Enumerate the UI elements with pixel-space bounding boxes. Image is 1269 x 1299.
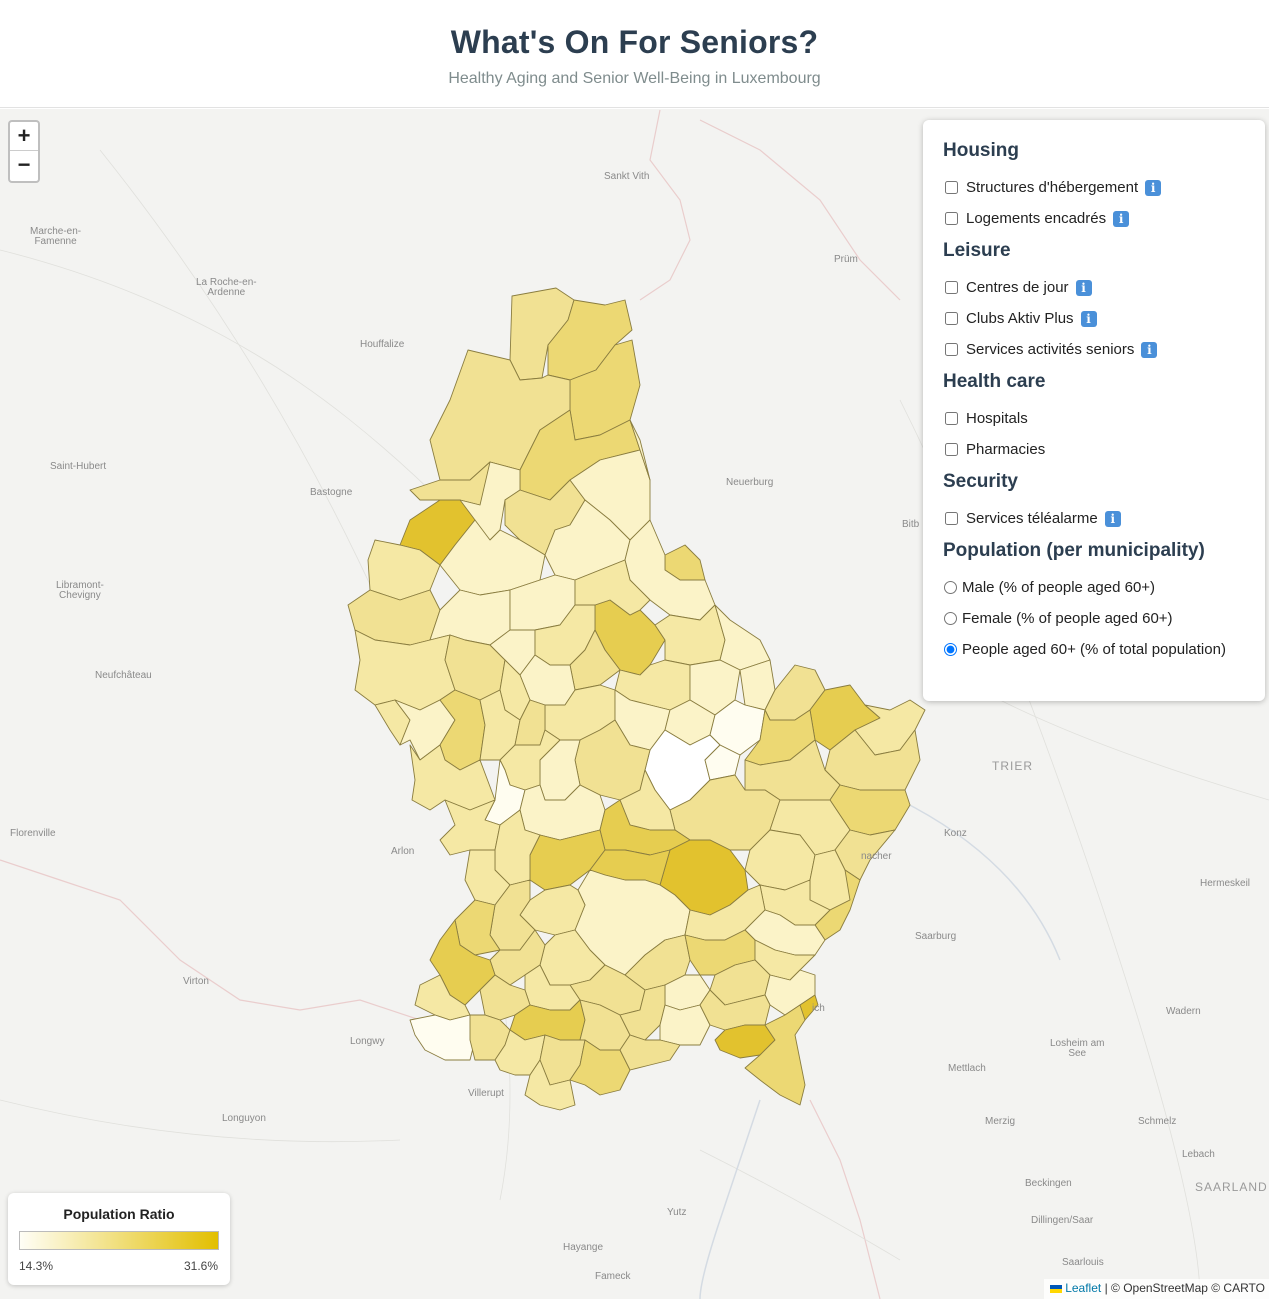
layer-option-pharmacies[interactable]: Pharmacies: [943, 434, 1245, 465]
place-label: Fameck: [595, 1271, 631, 1282]
map-attribution: Leaflet | © OpenStreetMap © CARTO: [1044, 1279, 1269, 1299]
place-label: Losheim am See: [1050, 1038, 1105, 1059]
place-label: Virton: [183, 976, 209, 987]
layer-option-structures[interactable]: Structures d'hébergement i: [943, 172, 1245, 203]
layer-label: Structures d'hébergement: [966, 179, 1139, 196]
population-radio[interactable]: [944, 643, 957, 656]
legend-max-value: 31.6%: [183, 1259, 218, 1273]
population-option-aged-60[interactable]: People aged 60+ (% of total population): [943, 634, 1245, 665]
place-label: Dillingen/Saar: [1031, 1215, 1094, 1226]
layer-option-telealarme[interactable]: Services téléalarme i: [943, 503, 1245, 534]
place-label: Mettlach: [948, 1063, 986, 1074]
layer-label: Logements encadrés: [966, 210, 1107, 227]
municipality-region: [409, 1014, 476, 1061]
section-title-leisure: Leisure: [943, 240, 1011, 261]
legend-title: Population Ratio: [63, 1206, 175, 1222]
place-label: Bitb: [902, 519, 920, 530]
info-icon[interactable]: i: [1141, 341, 1158, 358]
info-icon[interactable]: i: [1075, 279, 1092, 296]
place-label: Yutz: [667, 1207, 687, 1218]
zoom-out-button[interactable]: −: [10, 151, 38, 180]
place-label: Hermeskeil: [1200, 878, 1251, 889]
info-icon[interactable]: i: [1104, 510, 1121, 527]
place-label: Arlon: [391, 846, 415, 857]
population-radio[interactable]: [944, 612, 957, 625]
attribution-text: | © OpenStreetMap © CARTO: [1101, 1281, 1265, 1295]
place-label: Neuerburg: [726, 477, 774, 488]
population-radio[interactable]: [944, 581, 957, 594]
place-label: Longuyon: [222, 1113, 266, 1124]
population-label: People aged 60+ (% of total population): [962, 641, 1226, 658]
place-label: Prüm: [834, 254, 858, 265]
info-icon[interactable]: i: [1145, 179, 1162, 196]
place-label: Marche-en- Famenne: [30, 226, 82, 247]
zoom-in-button[interactable]: +: [10, 122, 38, 151]
layer-checkbox[interactable]: [945, 512, 958, 525]
population-ratio-legend: Population Ratio 14.3% 31.6%: [8, 1193, 230, 1285]
layer-control-panel: Housing Structures d'hébergement i Logem…: [923, 120, 1265, 701]
place-label: Saarburg: [915, 931, 957, 942]
place-label: Hayange: [563, 1242, 604, 1253]
layer-checkbox[interactable]: [945, 312, 958, 325]
page-title: What's On For Seniors?: [450, 24, 819, 60]
layer-label: Hospitals: [966, 410, 1028, 427]
layer-option-hospitals[interactable]: Hospitals: [943, 403, 1245, 434]
layer-checkbox[interactable]: [945, 181, 958, 194]
layer-checkbox[interactable]: [945, 281, 958, 294]
place-label: Merzig: [985, 1116, 1016, 1127]
place-label: Villerupt: [468, 1088, 504, 1099]
info-icon[interactable]: i: [1080, 310, 1097, 327]
place-label: Saint-Hubert: [50, 461, 107, 472]
layer-label: Pharmacies: [966, 441, 1046, 458]
legend-gradient-bar: [19, 1231, 219, 1250]
place-label: Bastogne: [310, 487, 353, 498]
place-label: Saarlouis: [1062, 1257, 1104, 1268]
section-title-security: Security: [943, 471, 1018, 492]
layer-checkbox[interactable]: [945, 443, 958, 456]
layer-checkbox[interactable]: [945, 212, 958, 225]
place-label: Konz: [944, 828, 967, 839]
layer-option-centres[interactable]: Centres de jour i: [943, 272, 1245, 303]
zoom-control: + −: [8, 120, 40, 183]
layer-label: Services téléalarme: [966, 510, 1098, 527]
place-label: nacher: [861, 851, 892, 862]
page-subtitle: Healthy Aging and Senior Well-Being in L…: [448, 70, 821, 87]
population-label: Male (% of people aged 60+): [962, 579, 1156, 596]
place-label: SAARLAND: [1195, 1180, 1268, 1194]
place-label: Longwy: [350, 1036, 385, 1047]
layer-option-clubs[interactable]: Clubs Aktiv Plus i: [943, 303, 1245, 334]
place-label: ich: [812, 1003, 825, 1014]
page-header: What's On For Seniors? Healthy Aging and…: [0, 0, 1269, 108]
layer-label: Services activités seniors: [966, 341, 1135, 358]
place-label: TRIER: [992, 759, 1033, 773]
layer-option-services-activites[interactable]: Services activités seniors i: [943, 334, 1245, 365]
ukraine-flag-icon: [1050, 1284, 1063, 1293]
place-label: Libramont- Chevigny: [56, 580, 104, 601]
leaflet-link[interactable]: Leaflet: [1065, 1281, 1101, 1295]
layer-option-logements[interactable]: Logements encadrés i: [943, 203, 1245, 234]
place-label: Houffalize: [360, 339, 405, 350]
population-option-male[interactable]: Male (% of people aged 60+): [943, 572, 1245, 603]
place-label: Lebach: [1182, 1149, 1215, 1160]
section-title-housing: Housing: [943, 140, 1019, 161]
layer-checkbox[interactable]: [945, 343, 958, 356]
place-label: La Roche-en- Ardenne: [196, 277, 257, 298]
place-label: Beckingen: [1025, 1178, 1072, 1189]
layer-checkbox[interactable]: [945, 412, 958, 425]
section-title-population: Population (per municipality): [943, 540, 1205, 561]
place-label: Florenville: [10, 828, 56, 839]
info-icon[interactable]: i: [1113, 210, 1130, 227]
place-label: Schmelz: [1138, 1116, 1177, 1127]
place-label: Neufchâteau: [95, 670, 152, 681]
layer-label: Clubs Aktiv Plus: [966, 310, 1074, 327]
layer-label: Centres de jour: [966, 279, 1069, 296]
place-label: Sankt Vith: [604, 171, 650, 182]
population-label: Female (% of people aged 60+): [962, 610, 1173, 627]
section-title-health-care: Health care: [943, 371, 1046, 392]
place-label: Wadern: [1166, 1006, 1201, 1017]
legend-min-value: 14.3%: [19, 1259, 54, 1273]
population-option-female[interactable]: Female (% of people aged 60+): [943, 603, 1245, 634]
